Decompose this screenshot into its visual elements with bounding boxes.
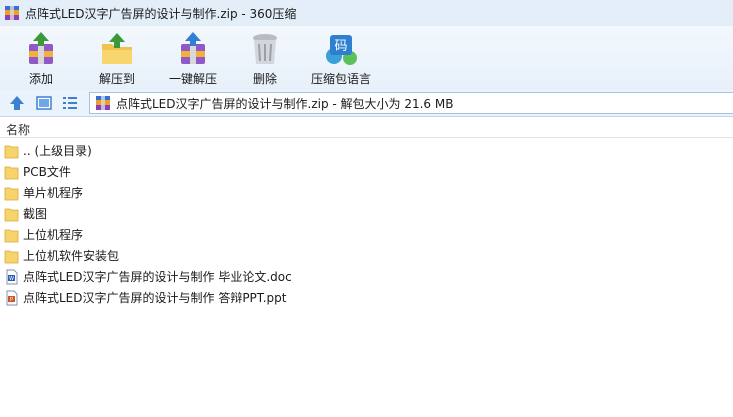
extract-to-button[interactable]: 解压到 [86,26,148,90]
address-bar[interactable]: 点阵式LED汉字广告屏的设计与制作.zip - 解包大小为 21.6 MB [89,92,733,114]
list-item-file[interactable]: W 点阵式LED汉字广告屏的设计与制作 毕业论文.doc [0,266,733,287]
trash-icon [253,34,277,64]
list-item-folder[interactable]: 截图 [0,203,733,224]
archive-app-icon [5,6,19,20]
list-item-label: PCB文件 [23,165,71,179]
list-item-folder[interactable]: PCB文件 [0,161,733,182]
file-list: .. (上级目录) PCB文件 单片机程序 截图 上位机程序 上位机软件安装包 … [0,140,733,308]
address-text: 点阵式LED汉字广告屏的设计与制作.zip - 解包大小为 21.6 MB [116,96,454,111]
add-label: 添加 [28,72,53,86]
column-header-name[interactable]: 名称 [0,118,733,138]
list-item-label: 上位机软件安装包 [23,249,120,263]
one-click-extract-label: 一键解压 [168,72,217,86]
folder-icon [4,206,20,222]
column-header-label: 名称 [6,123,31,137]
folder-icon [4,164,20,180]
svg-text:W: W [9,276,14,282]
encoding-icon-text: 码 [334,39,347,54]
list-view-icon[interactable] [61,94,79,112]
up-arrow-icon[interactable] [8,94,26,112]
delete-button[interactable]: 删除 [236,26,294,90]
list-item-parent-directory[interactable]: .. (上级目录) [0,140,733,161]
encoding-icon: 码 [326,35,357,65]
folder-icon [4,248,20,264]
extract-to-label: 解压到 [98,72,135,86]
window-title: 点阵式LED汉字广告屏的设计与制作.zip - 360压缩 [25,6,297,21]
delete-label: 删除 [252,72,277,86]
navigation-bar: 点阵式LED汉字广告屏的设计与制作.zip - 解包大小为 21.6 MB [0,90,733,117]
extract-folder-icon [102,33,132,64]
word-document-icon: W [4,269,20,285]
title-bar: 点阵式LED汉字广告屏的设计与制作.zip - 360压缩 [0,0,733,26]
folder-icon [4,143,20,159]
folder-icon [4,227,20,243]
powerpoint-document-icon: P [4,290,20,306]
add-archive-icon [29,32,53,64]
list-item-folder[interactable]: 单片机程序 [0,182,733,203]
archive-file-icon [96,96,110,110]
list-item-folder[interactable]: 上位机软件安装包 [0,245,733,266]
thumbnail-view-icon[interactable] [35,94,53,112]
toolbar: 添加 解压到 一键解压 删除 码 压缩包语言 [0,26,733,90]
one-click-extract-button[interactable]: 一键解压 [162,26,224,90]
list-item-label: .. (上级目录) [23,144,92,158]
folder-icon [4,185,20,201]
list-item-file[interactable]: P 点阵式LED汉字广告屏的设计与制作 答辩PPT.ppt [0,287,733,308]
list-item-label: 上位机程序 [23,228,84,242]
list-item-label: 点阵式LED汉字广告屏的设计与制作 毕业论文.doc [23,270,292,284]
list-item-label: 点阵式LED汉字广告屏的设计与制作 答辩PPT.ppt [23,291,287,305]
list-item-folder[interactable]: 上位机程序 [0,224,733,245]
add-button[interactable]: 添加 [10,26,72,90]
svg-text:P: P [10,297,13,303]
one-click-extract-icon [181,32,205,64]
list-item-label: 截图 [23,207,48,221]
archive-encoding-label: 压缩包语言 [310,72,371,86]
archive-encoding-button[interactable]: 码 压缩包语言 [306,26,376,90]
list-item-label: 单片机程序 [23,186,84,200]
